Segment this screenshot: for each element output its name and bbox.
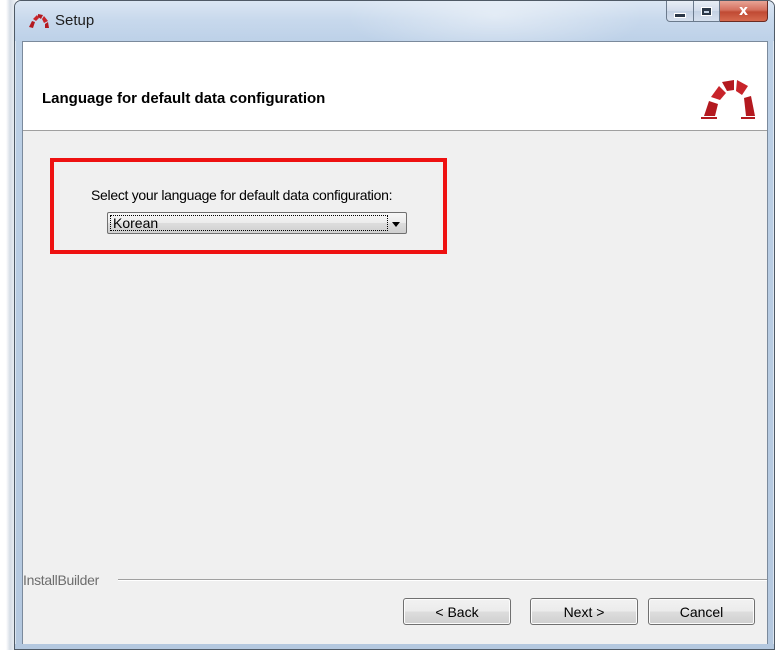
page-title: Language for default data configuration bbox=[42, 90, 326, 107]
setup-window: Setup x Language for default data config… bbox=[14, 0, 775, 650]
title-bar[interactable]: Setup x bbox=[15, 1, 774, 61]
maximize-button[interactable] bbox=[694, 1, 720, 22]
redmine-arc-icon bbox=[29, 14, 49, 28]
footer-divider bbox=[118, 579, 767, 581]
client-area: Language for default data configuration … bbox=[22, 41, 768, 646]
window-title: Setup bbox=[55, 12, 95, 29]
caption-buttons: x bbox=[666, 1, 768, 23]
maximize-icon bbox=[702, 7, 711, 15]
redmine-logo-icon bbox=[701, 80, 755, 119]
language-select-value: Korean bbox=[113, 215, 159, 231]
language-label: Select your language for default data co… bbox=[91, 187, 393, 203]
installbuilder-brand: InstallBuilder bbox=[23, 572, 99, 588]
next-button[interactable]: Next > bbox=[530, 598, 638, 625]
language-select[interactable]: Korean bbox=[107, 212, 407, 234]
window-frame-bottom bbox=[15, 644, 774, 649]
close-button[interactable]: x bbox=[720, 1, 768, 22]
cancel-button[interactable]: Cancel bbox=[648, 598, 755, 625]
minimize-button[interactable] bbox=[666, 1, 694, 22]
header-band: Language for default data configuration bbox=[23, 42, 767, 131]
highlight-box bbox=[50, 158, 447, 254]
chevron-down-icon[interactable] bbox=[392, 222, 400, 227]
minimize-icon bbox=[674, 12, 686, 18]
close-icon: x bbox=[738, 3, 749, 19]
back-button[interactable]: < Back bbox=[403, 598, 511, 625]
